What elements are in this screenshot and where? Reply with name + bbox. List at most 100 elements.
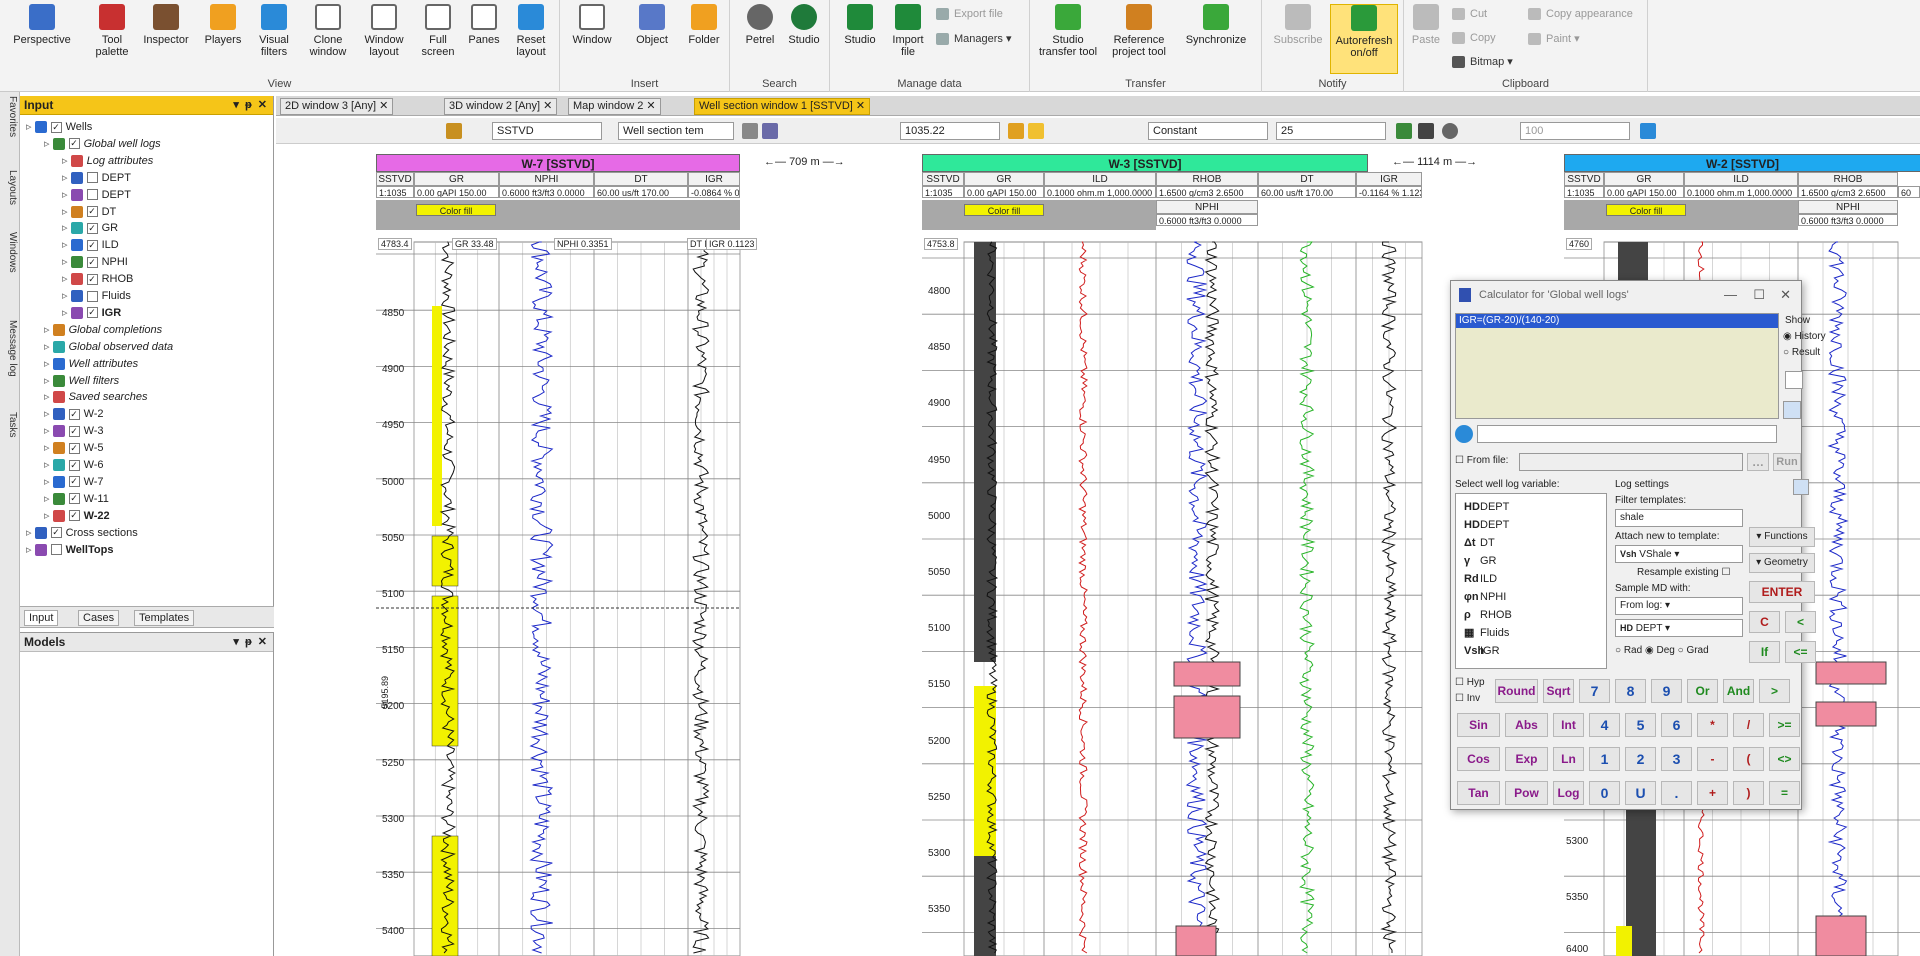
track-title[interactable]: IGR xyxy=(1356,172,1422,186)
track-title[interactable]: DT xyxy=(594,172,688,186)
visual-filters-button[interactable]: Visual filters xyxy=(252,4,296,58)
expand-arrow-icon[interactable]: ▹ xyxy=(62,222,71,234)
run-button[interactable]: Run xyxy=(1773,453,1801,471)
track-title[interactable]: RHOB xyxy=(1156,172,1258,186)
expand-arrow-icon[interactable]: ▹ xyxy=(44,341,53,353)
expand-arrow-icon[interactable]: ▹ xyxy=(44,493,53,505)
track-title[interactable]: GR xyxy=(1604,172,1684,186)
expand-arrow-icon[interactable]: ▹ xyxy=(44,442,53,454)
synchronize-button[interactable]: Synchronize xyxy=(1180,4,1252,46)
expand-arrow-icon[interactable]: ▹ xyxy=(44,391,53,403)
track-scale[interactable]: 0.6000 ft3/ft3 0.0000 xyxy=(1156,214,1258,226)
expand-arrow-icon[interactable]: ▹ xyxy=(26,527,35,539)
scaling-select[interactable]: Constant xyxy=(1148,122,1268,140)
filter-icon[interactable] xyxy=(1793,479,1809,495)
studio-transfer-button[interactable]: Studio transfer tool xyxy=(1036,4,1100,58)
expand-arrow-icon[interactable]: ▹ xyxy=(44,324,53,336)
track-scale[interactable]: 0.00 gAPI 150.00 xyxy=(1604,186,1684,198)
tab-input[interactable]: Input xyxy=(24,610,59,626)
expand-arrow-icon[interactable]: ▹ xyxy=(44,425,53,437)
node-checkbox[interactable]: ✓ xyxy=(68,459,80,471)
tab-message-log[interactable]: Message log xyxy=(2,320,18,377)
flatten-icon[interactable] xyxy=(1028,123,1044,139)
copy-button[interactable]: Copy xyxy=(1452,32,1496,45)
node-checkbox[interactable]: ✓ xyxy=(68,510,80,522)
track-title[interactable]: ILD xyxy=(1684,172,1798,186)
track-title[interactable]: NPHI xyxy=(1156,200,1258,214)
managers-button[interactable]: Managers ▾ xyxy=(936,32,1012,46)
tab-templates[interactable]: Templates xyxy=(134,610,195,626)
template-select[interactable]: Well section tem xyxy=(618,122,734,140)
node-checkbox[interactable]: ✓ xyxy=(86,307,98,319)
calc-key[interactable]: * xyxy=(1697,713,1728,737)
dept-select[interactable]: HD DEPT ▾ xyxy=(1615,619,1743,637)
tab-favorites[interactable]: Favorites xyxy=(2,96,18,137)
well-header-w2[interactable]: W-2 [SSTVD] xyxy=(1564,154,1920,172)
history-radio[interactable]: ◉ History xyxy=(1783,331,1826,342)
calc-key[interactable]: 4 xyxy=(1589,713,1620,737)
track-title[interactable]: RHOB xyxy=(1798,172,1898,186)
track-title[interactable]: NPHI xyxy=(1798,200,1898,214)
calc-key[interactable]: 7 xyxy=(1579,679,1610,703)
subscribe-button[interactable]: Subscribe xyxy=(1270,4,1326,46)
search-studio-button[interactable]: Studio xyxy=(782,4,826,46)
perspective-button[interactable]: Perspective xyxy=(8,4,76,46)
track-scale[interactable]: 0.6000 ft3/ft3 0.0000 xyxy=(1798,214,1898,226)
well-header-w7[interactable]: W-7 [SSTVD] xyxy=(376,154,740,172)
calc-key[interactable]: 3 xyxy=(1661,747,1692,771)
tree-node[interactable]: ▹ ✓ NPHI xyxy=(62,254,128,270)
history-entry[interactable]: IGR=(GR-20)/(140-20) xyxy=(1456,314,1778,328)
import-file-button[interactable]: Import file xyxy=(886,4,930,58)
less-equal-button[interactable]: <= xyxy=(1785,641,1816,663)
players-button[interactable]: Players xyxy=(198,4,248,46)
resample-checkbox[interactable]: Resample existing ☐ xyxy=(1637,567,1730,578)
display-icon[interactable] xyxy=(1396,123,1412,139)
tree-node[interactable]: ▹ ✓ ILD xyxy=(62,237,119,253)
expand-arrow-icon[interactable]: ▹ xyxy=(62,155,71,167)
clear-button[interactable]: C xyxy=(1749,611,1780,633)
expand-arrow-icon[interactable]: ▹ xyxy=(62,206,71,218)
functions-button[interactable]: ▾ Functions xyxy=(1749,527,1815,547)
variable-item[interactable]: ▦ Fluids xyxy=(1464,624,1509,642)
expand-arrow-icon[interactable]: ▹ xyxy=(44,358,53,370)
track-scale[interactable]: 1.6500 g/cm3 2.6500 xyxy=(1156,186,1258,198)
node-checkbox[interactable]: ✓ xyxy=(86,256,98,268)
paste-button[interactable]: Paste xyxy=(1408,4,1444,46)
node-checkbox[interactable]: ✓ xyxy=(86,222,98,234)
node-checkbox[interactable]: ✓ xyxy=(86,273,98,285)
node-checkbox[interactable]: ✓ xyxy=(50,527,62,539)
variable-item[interactable]: VshIGR xyxy=(1464,642,1500,660)
tool-palette-button[interactable]: Tool palette xyxy=(86,4,138,58)
tool-icon[interactable] xyxy=(762,123,778,139)
calc-key[interactable]: = xyxy=(1769,781,1800,805)
node-checkbox[interactable]: ✓ xyxy=(68,408,80,420)
node-checkbox[interactable]: ✓ xyxy=(68,442,80,454)
inv-checkbox[interactable]: ☐ Inv xyxy=(1455,693,1480,704)
tab-tasks[interactable]: Tasks xyxy=(2,412,18,438)
sample-md-select[interactable]: From log: ▾ xyxy=(1615,597,1743,615)
paint-button[interactable]: Paint ▾ xyxy=(1528,32,1580,46)
calc-key[interactable]: - xyxy=(1697,747,1728,771)
tree-node[interactable]: ▹ Well attributes xyxy=(44,356,138,372)
new-icon[interactable] xyxy=(1785,371,1803,389)
enter-button[interactable]: ENTER xyxy=(1749,581,1815,603)
track-scale[interactable]: 0.00 gAPI 150.00 xyxy=(414,186,499,198)
expand-arrow-icon[interactable]: ▹ xyxy=(62,256,71,268)
tab-windows[interactable]: Windows xyxy=(2,232,18,273)
node-checkbox[interactable] xyxy=(50,544,62,556)
calc-key[interactable]: Int xyxy=(1553,713,1584,737)
copy-icon[interactable] xyxy=(1783,401,1801,419)
track-scale[interactable]: 0.6000 ft3/ft3 0.0000 xyxy=(499,186,594,198)
expand-arrow-icon[interactable]: ▹ xyxy=(26,121,35,133)
calc-key[interactable]: Abs xyxy=(1505,713,1548,737)
calc-key[interactable]: Sin xyxy=(1457,713,1500,737)
insert-window-button[interactable]: Window xyxy=(568,4,616,46)
track-title[interactable]: IGR xyxy=(688,172,740,186)
filter-templates-input[interactable]: shale xyxy=(1615,509,1743,527)
opacity-input[interactable]: 100 xyxy=(1520,122,1630,140)
node-checkbox[interactable] xyxy=(86,290,98,302)
window-layout-button[interactable]: Window layout xyxy=(358,4,410,58)
search-petrel-button[interactable]: Petrel xyxy=(738,4,782,46)
tree-node[interactable]: ▹ ✓ Cross sections xyxy=(26,525,138,541)
tab-well-section[interactable]: Well section window 1 [SSTVD] ✕ xyxy=(694,98,871,115)
